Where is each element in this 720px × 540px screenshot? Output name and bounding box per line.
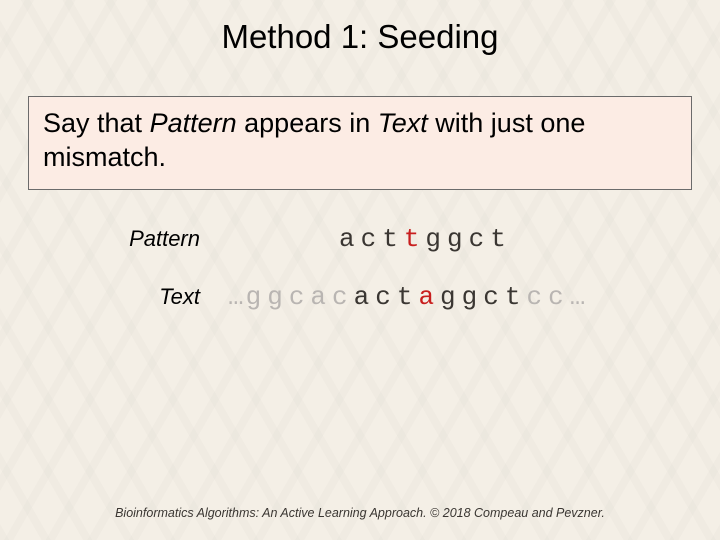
seq-seg: a xyxy=(418,282,440,312)
sequence-rows: Pattern acttggct Text …ggcacactaggctcc… xyxy=(0,224,720,312)
text-sequence: …ggcacactaggctcc… xyxy=(228,282,587,312)
seq-seg: cc xyxy=(526,282,569,312)
ellipsis-icon: … xyxy=(570,282,588,312)
text-row: Text …ggcacactaggctcc… xyxy=(0,282,720,312)
pattern-row: Pattern acttggct xyxy=(0,224,720,254)
slide-title: Method 1: Seeding xyxy=(0,0,720,68)
seq-seg: act xyxy=(339,224,404,254)
footer-attribution: Bioinformatics Algorithms: An Active Lea… xyxy=(0,506,720,520)
text-label: Text xyxy=(0,284,228,310)
seq-seg: ggct xyxy=(425,224,511,254)
callout-text-word: Text xyxy=(378,108,428,138)
callout-text-mid: appears in xyxy=(237,108,378,138)
callout-text-prefix: Say that xyxy=(43,108,150,138)
callout-pattern-word: Pattern xyxy=(150,108,237,138)
pattern-sequence: acttggct xyxy=(228,224,512,254)
callout-box: Say that Pattern appears in Text with ju… xyxy=(28,96,692,190)
ellipsis-icon: … xyxy=(228,282,246,312)
pattern-label: Pattern xyxy=(0,226,228,252)
seq-seg: t xyxy=(404,224,426,254)
seq-seg: ggcac xyxy=(246,282,354,312)
seq-seg: ggct xyxy=(440,282,526,312)
seq-seg: act xyxy=(354,282,419,312)
